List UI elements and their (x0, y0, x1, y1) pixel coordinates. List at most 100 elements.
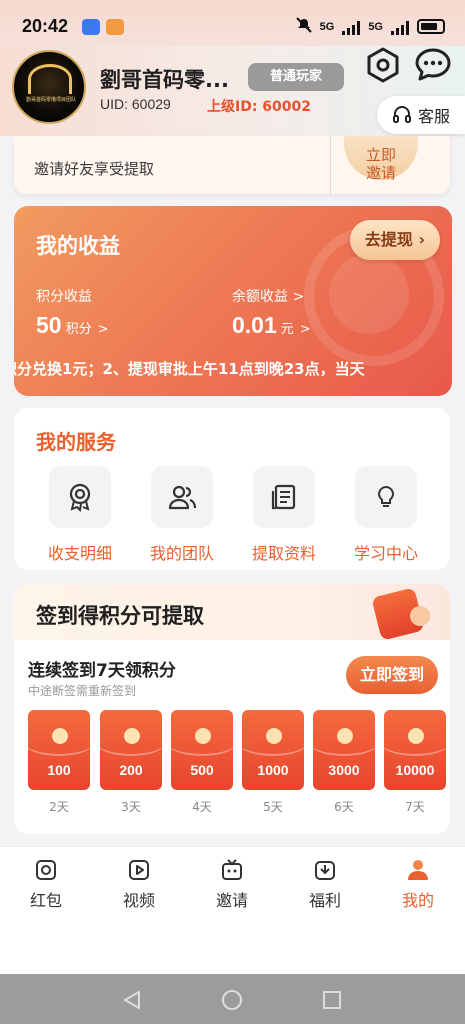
tab-video[interactable]: 视频 (104, 857, 174, 911)
status-icons: 5G 5G (295, 17, 445, 36)
service-transactions[interactable]: 收支明细 (32, 466, 128, 564)
invite-button-line1: 立即 (365, 146, 396, 164)
video-icon (126, 857, 152, 883)
earnings-card: 我的收益 去提现 › 积分收益 50 积分 > 余额收益 > 0.01 元 > 积分兑换… (14, 206, 452, 396)
redpacket-icon (33, 857, 59, 883)
streak-title: 连续签到7天领积分 (28, 661, 176, 681)
withdraw-label: 去提现 (364, 230, 413, 249)
coin-icon (195, 728, 211, 744)
notice-marquee: 积分兑换1元；2、提现审批上午11点到晚23点，当天 (14, 356, 452, 382)
uid-label: UID: (100, 96, 128, 112)
points-value: 50 (36, 312, 62, 338)
nickname: 劉哥首码零... (100, 68, 229, 92)
gift-icon (312, 857, 338, 883)
reward-envelope: 10000 (384, 710, 446, 790)
balance-earnings[interactable]: 0.01 元 > (232, 312, 311, 339)
reward-points: 10000 (395, 762, 435, 778)
reward-envelope: 500 (171, 710, 233, 790)
coin-icon (266, 728, 282, 744)
messages-button[interactable] (414, 46, 452, 84)
streak-day: 200 3天 (100, 710, 162, 815)
signin-card: 签到得积分可提取 连续签到7天领积分 中途断签需重新签到 立即签到 100 2天… (14, 584, 450, 834)
tab-welfare[interactable]: 福利 (290, 857, 360, 911)
avatar[interactable]: 劉哥首码零撸项目团队 (12, 50, 86, 124)
gear-icon (367, 47, 399, 83)
sign-in-button[interactable]: 立即签到 (346, 656, 438, 694)
signal-2-label: 5G (368, 20, 383, 33)
coin-icon (408, 728, 424, 744)
balance-label-group[interactable]: 余额收益 > (232, 286, 304, 306)
recents-icon[interactable] (321, 989, 343, 1011)
profile-header: 劉哥首码零撸项目团队 劉哥首码零... 普通玩家 UID: 60029 上级ID… (0, 46, 465, 136)
back-icon[interactable] (121, 989, 143, 1011)
uid-value: 60029 (131, 96, 171, 112)
uid: UID: 60029 (100, 96, 171, 112)
signal-2-icon (391, 19, 409, 35)
streak-day: 500 4天 (171, 710, 233, 815)
chat-notification-icon (82, 19, 100, 35)
day-label: 3天 (121, 800, 141, 814)
service-label: 收支明细 (47, 544, 112, 563)
invite-now-button[interactable]: 立即 邀请 (344, 136, 418, 182)
coin-icon (337, 728, 353, 744)
tab-label: 视频 (122, 891, 155, 910)
signin-title: 签到得积分可提取 (36, 604, 204, 628)
mute-icon (295, 17, 312, 36)
service-team[interactable]: 我的团队 (134, 466, 230, 564)
parent-id: 上级ID: 60002 (207, 99, 312, 115)
coin-icon (52, 728, 68, 744)
invite-card: 邀请好友享受提取 立即 邀请 (14, 136, 450, 194)
invite-icon (219, 857, 245, 883)
badge-icon (49, 466, 111, 528)
system-navigation-bar (0, 974, 465, 1024)
level-badge: 普通玩家 (248, 63, 344, 91)
earnings-title: 我的收益 (36, 234, 120, 258)
battery-icon (417, 19, 445, 34)
streak-day: 3000 6天 (313, 710, 375, 815)
document-icon (253, 466, 315, 528)
reward-envelope: 100 (28, 710, 90, 790)
service-learning[interactable]: 学习中心 (338, 466, 434, 564)
streak-days: 100 2天 200 3天 500 4天 1000 5天 3000 6天 100… (28, 710, 448, 820)
balance-value: 0.01 (232, 312, 277, 338)
chevron-right-icon: > (288, 289, 305, 305)
customer-service-label: 客服 (417, 107, 450, 126)
withdraw-button[interactable]: 去提现 › (350, 220, 440, 260)
reward-envelope: 200 (100, 710, 162, 790)
bottom-tab-bar: 红包 视频 邀请 福利 我的 (0, 846, 465, 974)
service-label: 我的团队 (149, 544, 214, 563)
services-card: 我的服务 收支明细 我的团队 提取资料 学习中心 (14, 408, 450, 570)
message-icon (415, 48, 451, 81)
coin-icon (124, 728, 140, 744)
streak-day: 100 2天 (28, 710, 90, 815)
tab-me[interactable]: 我的 (383, 857, 453, 911)
points-earnings[interactable]: 50 积分 > (36, 312, 109, 339)
chevron-right-icon: > (299, 322, 311, 337)
tab-invite[interactable]: 邀请 (197, 857, 267, 911)
points-unit: 积分 (65, 322, 92, 337)
headset-icon (392, 106, 411, 123)
reward-points: 200 (119, 762, 143, 778)
service-label: 学习中心 (353, 544, 418, 563)
decoration (329, 254, 409, 334)
settings-button[interactable] (364, 46, 402, 84)
signal-1-label: 5G (319, 20, 335, 33)
home-icon[interactable] (221, 989, 243, 1011)
signal-1-icon (342, 19, 361, 35)
avatar-ring-icon (28, 64, 72, 94)
chevron-right-icon: > (97, 322, 109, 337)
coin-icon (410, 606, 430, 626)
day-label: 2天 (49, 800, 69, 814)
streak-subtitle: 中途断签需重新签到 (28, 684, 137, 698)
service-documents[interactable]: 提取资料 (236, 466, 332, 564)
day-label: 4天 (192, 800, 212, 814)
reward-envelope: 1000 (242, 710, 304, 790)
invite-button-line2: 邀请 (365, 164, 396, 182)
day-label: 7天 (405, 800, 425, 814)
team-icon (151, 466, 213, 528)
customer-service-button[interactable]: 客服 (377, 96, 465, 134)
chevron-right-icon: › (418, 230, 426, 249)
avatar-caption: 劉哥首码零撸项目团队 (25, 97, 76, 103)
service-label: 提取资料 (251, 544, 316, 563)
tab-redpacket[interactable]: 红包 (11, 857, 81, 911)
